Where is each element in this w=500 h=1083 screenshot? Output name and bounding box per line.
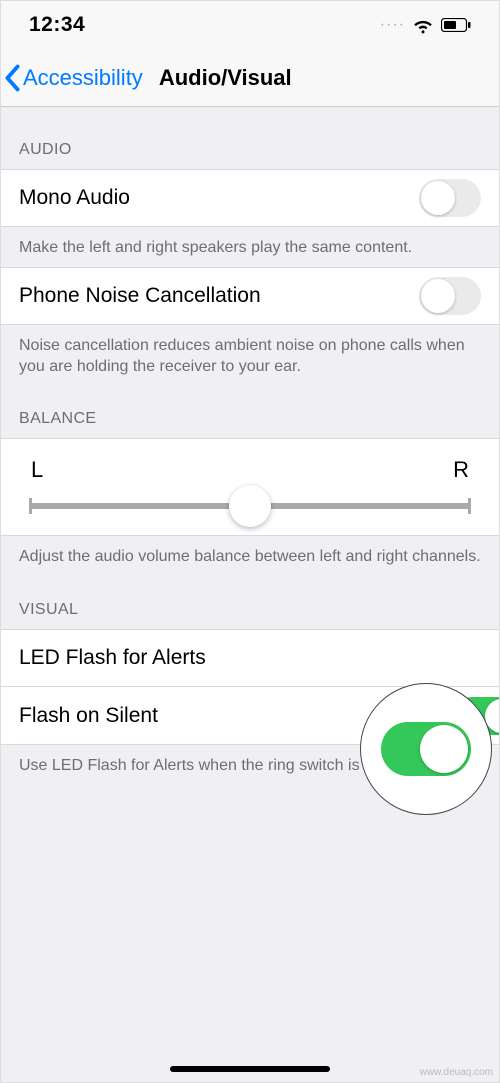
status-time: 12:34 [29, 13, 85, 37]
balance-right-label: R [453, 457, 469, 483]
annotation-magnifier [360, 683, 492, 815]
balance-slider[interactable] [29, 503, 471, 509]
back-label: Accessibility [23, 65, 143, 91]
battery-icon [441, 18, 471, 32]
balance-footer: Adjust the audio volume balance between … [1, 536, 499, 576]
led-flash-label: LED Flash for Alerts [19, 646, 206, 670]
balance-slider-panel: L R [1, 438, 499, 536]
flash-on-silent-label: Flash on Silent [19, 704, 158, 728]
noise-cancellation-label: Phone Noise Cancellation [19, 284, 261, 308]
home-indicator[interactable] [170, 1066, 330, 1072]
led-flash-row: LED Flash for Alerts [1, 629, 499, 687]
section-header-audio: Audio [1, 107, 499, 169]
mono-audio-row: Mono Audio [1, 169, 499, 227]
section-header-visual: Visual [1, 575, 499, 629]
noise-cancellation-footer: Noise cancellation reduces ambient noise… [1, 325, 499, 386]
signal-dots-icon: ···· [380, 16, 405, 34]
page-title: Audio/Visual [159, 65, 292, 91]
mono-audio-footer: Make the left and right speakers play th… [1, 227, 499, 267]
section-header-balance: Balance [1, 386, 499, 438]
balance-left-label: L [31, 457, 43, 483]
wifi-icon [413, 15, 433, 35]
noise-cancellation-row: Phone Noise Cancellation [1, 267, 499, 325]
mono-audio-label: Mono Audio [19, 186, 130, 210]
magnified-led-toggle-icon [381, 722, 471, 776]
mono-audio-toggle[interactable] [419, 179, 481, 217]
watermark: www.deuaq.com [420, 1067, 493, 1078]
chevron-left-icon [4, 64, 21, 92]
nav-bar: Accessibility Audio/Visual [1, 49, 499, 107]
back-button[interactable]: Accessibility [4, 64, 143, 92]
noise-cancellation-toggle[interactable] [419, 277, 481, 315]
status-right: ···· [380, 15, 471, 35]
balance-slider-knob[interactable] [229, 485, 271, 527]
status-bar: 12:34 ···· [1, 1, 499, 49]
